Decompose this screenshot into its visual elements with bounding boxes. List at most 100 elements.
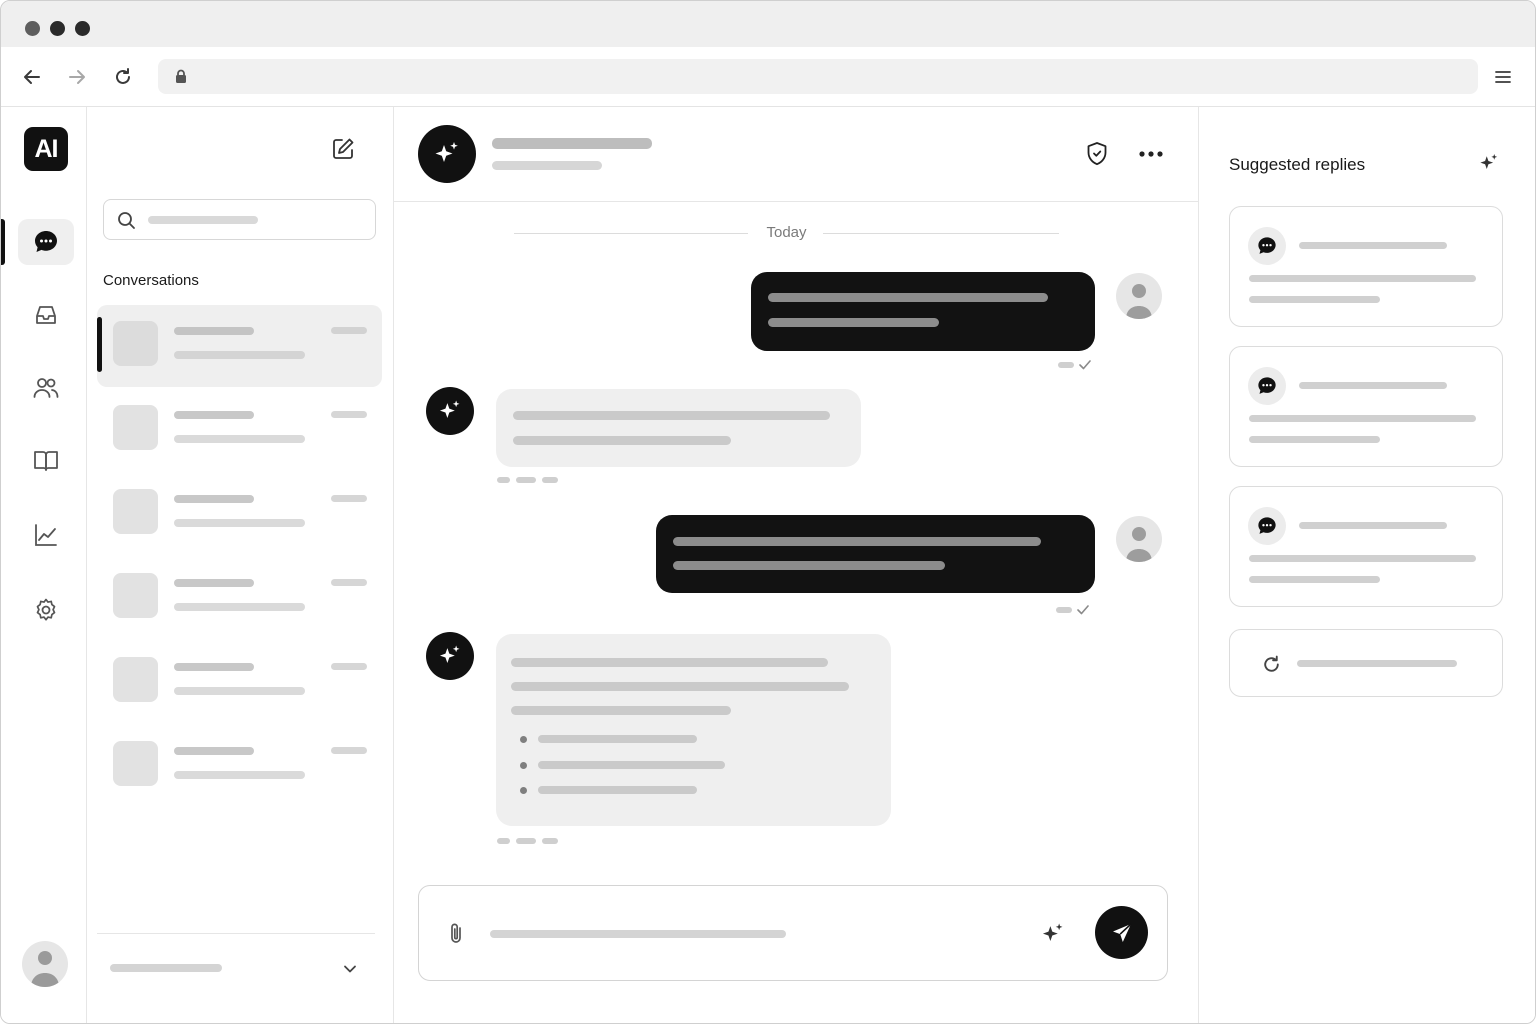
chat-bubble-icon: [35, 231, 57, 252]
conversation-search-input[interactable]: [103, 199, 376, 240]
suggestion-text-skeleton: [1249, 275, 1476, 282]
workspace-switcher-skeleton[interactable]: [110, 964, 222, 972]
workspace-switcher-toggle[interactable]: [341, 960, 359, 983]
current-user-avatar[interactable]: [22, 941, 68, 987]
message-text-skeleton: [511, 706, 731, 715]
chat-panel: Today: [394, 107, 1199, 1023]
nav-item-knowledge[interactable]: [18, 438, 74, 484]
conversation-time-skeleton: [331, 495, 367, 502]
message-text-skeleton: [511, 682, 849, 691]
refresh-icon: [1264, 655, 1279, 672]
message-action-skeleton[interactable]: [497, 838, 510, 844]
suggested-reply-card[interactable]: [1229, 206, 1503, 327]
suggestion-text-skeleton: [1249, 576, 1380, 583]
message-input-placeholder[interactable]: [490, 930, 786, 938]
day-separator: Today: [514, 224, 1059, 244]
conversation-preview-skeleton: [174, 687, 305, 695]
forward-button[interactable]: [65, 65, 89, 89]
message-timestamp-skeleton: [1058, 362, 1074, 368]
conversation-item[interactable]: [97, 641, 382, 723]
message-action-skeleton[interactable]: [497, 477, 510, 483]
conversation-time-skeleton: [331, 579, 367, 586]
conversation-preview-skeleton: [174, 351, 305, 359]
conversation-item[interactable]: [97, 305, 382, 387]
suggested-replies-panel: Suggested replies: [1199, 107, 1535, 1023]
regenerate-suggestions-button[interactable]: [1229, 629, 1503, 697]
message-text-skeleton: [511, 658, 828, 667]
suggested-reply-card[interactable]: [1229, 486, 1503, 607]
line-chart-icon: [35, 524, 57, 546]
suggestion-text-skeleton: [1249, 296, 1380, 303]
message-action-skeleton[interactable]: [516, 477, 536, 483]
chat-bubble-icon: [1258, 237, 1276, 254]
list-bullet: [520, 787, 527, 794]
conversation-title-skeleton: [174, 579, 254, 587]
nav-item-analytics[interactable]: [18, 512, 74, 558]
regenerate-label-skeleton: [1297, 660, 1457, 667]
book-icon: [34, 451, 58, 471]
suggestion-text-skeleton: [1249, 555, 1476, 562]
inbox-tray-icon: [36, 306, 56, 324]
conversation-item[interactable]: [97, 389, 382, 471]
conversation-preview-skeleton: [174, 435, 305, 443]
arrow-left-icon: [24, 70, 40, 84]
title-bar: [1, 1, 1535, 47]
message-text-skeleton: [673, 561, 945, 570]
conversation-item[interactable]: [97, 473, 382, 555]
conversation-item[interactable]: [97, 725, 382, 807]
suggestion-chat-icon-badge: [1248, 507, 1286, 545]
conversation-thumbnail: [113, 405, 158, 450]
conversation-title-skeleton: [174, 327, 254, 335]
divider: [97, 933, 375, 934]
conversation-item[interactable]: [97, 557, 382, 639]
list-item-skeleton: [538, 786, 697, 794]
conversation-time-skeleton: [331, 663, 367, 670]
ai-assist-sparkle-icon[interactable]: [1039, 920, 1067, 948]
new-conversation-button[interactable]: [329, 135, 357, 163]
security-button[interactable]: [1084, 141, 1110, 167]
chevron-down-icon: [344, 965, 356, 973]
nav-item-inbox[interactable]: [18, 292, 74, 338]
address-bar[interactable]: [158, 59, 1478, 94]
reload-button[interactable]: [111, 65, 135, 89]
list-item-skeleton: [538, 761, 725, 769]
conversation-thumbnail: [113, 573, 158, 618]
nav-rail: AI: [1, 107, 87, 1023]
conversation-thumbnail: [113, 321, 158, 366]
message-action-skeleton[interactable]: [542, 838, 558, 844]
nav-item-chats[interactable]: [18, 219, 74, 265]
compose-icon: [333, 138, 354, 159]
conversation-preview-skeleton: [174, 519, 305, 527]
chat-bubble-icon: [1258, 377, 1276, 394]
more-options-button[interactable]: [1138, 141, 1164, 167]
assistant-message-bubble: [496, 634, 891, 826]
suggested-reply-card[interactable]: [1229, 346, 1503, 467]
conversation-time-skeleton: [331, 747, 367, 754]
message-timestamp-skeleton: [1056, 607, 1072, 613]
nav-item-contacts[interactable]: [18, 365, 74, 411]
paperclip-icon[interactable]: [445, 922, 467, 946]
window-minimize-button[interactable]: [50, 21, 65, 36]
browser-menu-button[interactable]: [1491, 65, 1515, 89]
read-check-icon: [1079, 360, 1091, 370]
app-window: AI Conversations Today Suggested replies: [0, 0, 1536, 1024]
sparkle-icon[interactable]: [1477, 151, 1501, 175]
send-button[interactable]: [1095, 906, 1148, 959]
message-action-skeleton[interactable]: [542, 477, 558, 483]
window-maximize-button[interactable]: [75, 21, 90, 36]
nav-item-settings[interactable]: [18, 587, 74, 633]
conversation-list-panel: Conversations: [87, 107, 394, 1023]
suggestion-title-skeleton: [1299, 382, 1447, 389]
app-logo[interactable]: AI: [24, 127, 68, 171]
list-bullet: [520, 736, 527, 743]
hamburger-icon: [1495, 71, 1511, 83]
conversation-preview-skeleton: [174, 771, 305, 779]
search-placeholder-skeleton: [148, 216, 258, 224]
back-button[interactable]: [20, 65, 44, 89]
chat-title-skeleton: [492, 138, 652, 149]
window-close-button[interactable]: [25, 21, 40, 36]
conversation-thumbnail: [113, 741, 158, 786]
search-icon: [118, 212, 135, 229]
message-action-skeleton[interactable]: [516, 838, 536, 844]
message-composer[interactable]: [418, 885, 1168, 981]
